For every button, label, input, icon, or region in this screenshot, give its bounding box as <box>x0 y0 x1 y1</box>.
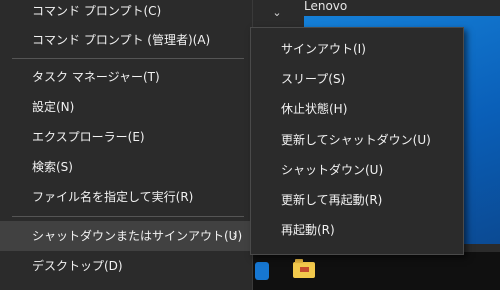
submenu-item-update-and-shutdown[interactable]: 更新してシャットダウン(U) <box>251 125 463 155</box>
menu-separator <box>12 58 244 59</box>
menu-item-task-manager[interactable]: タスク マネージャー(T) <box>0 62 252 92</box>
menu-item-desktop[interactable]: デスクトップ(D) <box>0 251 252 281</box>
menu-item-shutdown-or-signout[interactable]: シャットダウンまたはサインアウト(U) › <box>0 221 252 251</box>
menu-item-search[interactable]: 検索(S) <box>0 152 252 182</box>
submenu-item-sleep[interactable]: スリープ(S) <box>251 64 463 94</box>
menu-separator <box>12 216 244 217</box>
start-tile-label: Lenovo <box>304 0 348 13</box>
power-user-menu: コマンド プロンプト(C) コマンド プロンプト (管理者)(A) タスク マネ… <box>0 0 253 290</box>
menu-item-run[interactable]: ファイル名を指定して実行(R) <box>0 182 252 212</box>
submenu-item-hibernate[interactable]: 休止状態(H) <box>251 94 463 124</box>
submenu-item-update-and-restart[interactable]: 更新して再起動(R) <box>251 185 463 215</box>
chevron-right-icon: › <box>232 228 238 243</box>
menu-item-command-prompt-admin[interactable]: コマンド プロンプト (管理者)(A) <box>0 25 252 55</box>
submenu-item-sign-out[interactable]: サインアウト(I) <box>251 34 463 64</box>
menu-item-command-prompt[interactable]: コマンド プロンプト(C) <box>0 0 252 26</box>
menu-item-settings[interactable]: 設定(N) <box>0 92 252 122</box>
submenu-item-restart[interactable]: 再起動(R) <box>251 215 463 245</box>
chevron-down-icon[interactable]: ⌄ <box>270 6 284 20</box>
app-icon[interactable] <box>255 262 269 280</box>
menu-item-label: シャットダウンまたはサインアウト(U) <box>32 229 243 243</box>
menu-item-explorer[interactable]: エクスプローラー(E) <box>0 122 252 152</box>
taskbar <box>252 252 500 290</box>
shutdown-submenu: サインアウト(I) スリープ(S) 休止状態(H) 更新してシャットダウン(U)… <box>250 27 464 255</box>
file-explorer-folder-icon[interactable] <box>293 259 315 278</box>
submenu-item-shutdown[interactable]: シャットダウン(U) <box>251 155 463 185</box>
